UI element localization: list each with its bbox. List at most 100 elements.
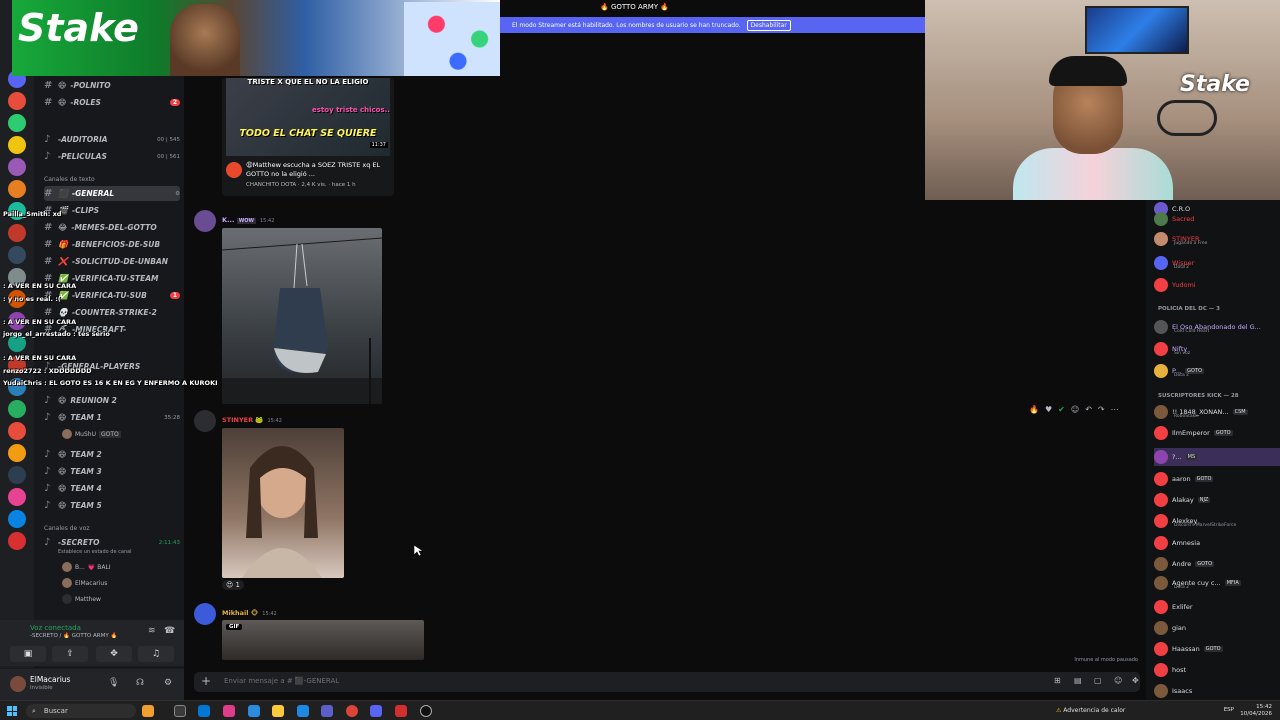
message-author[interactable]: STINYER 🐸 15:42 bbox=[222, 416, 282, 424]
server-icon[interactable] bbox=[8, 400, 26, 418]
avatar[interactable] bbox=[10, 676, 26, 692]
windows-start-icon[interactable] bbox=[7, 706, 17, 716]
reply-icon[interactable]: ↶ bbox=[1085, 405, 1092, 414]
server-icon[interactable] bbox=[8, 466, 26, 484]
gear-icon[interactable]: ⚙ bbox=[164, 678, 172, 688]
channel-verifica-sub[interactable]: # ✅ -VERIFICA-TU-SUB 1 bbox=[44, 288, 180, 303]
channel-team-5[interactable]: ♪ 😄 TEAM 5 bbox=[44, 498, 180, 513]
channel-team-4[interactable]: ♪ 😄 TEAM 4 bbox=[44, 481, 180, 496]
member-row[interactable]: Andre GOTO bbox=[1154, 555, 1280, 573]
youtube-embed[interactable]: TRISTE X QUE EL NO LA ELIGIO estoy trist… bbox=[222, 78, 394, 196]
mic-icon[interactable]: 🎙 bbox=[108, 678, 119, 688]
member-row[interactable]: !! 1848_XONAN... CSM RoboStakk bbox=[1154, 403, 1280, 421]
reaction-fire-icon[interactable]: 🔥 bbox=[1029, 405, 1039, 414]
activities-button[interactable]: ✥ bbox=[96, 646, 132, 662]
emoji-icon[interactable]: ☺ bbox=[1114, 676, 1122, 685]
message-placeholder[interactable]: Enviar mensaje a # ⬛-GENERAL bbox=[224, 677, 339, 685]
gift-icon[interactable]: ⊞ bbox=[1054, 676, 1061, 685]
avatar[interactable] bbox=[194, 603, 216, 625]
server-icon[interactable] bbox=[8, 114, 26, 132]
noise-suppression-icon[interactable]: ≋ bbox=[148, 626, 156, 636]
more-icon[interactable]: ⋯ bbox=[1111, 405, 1119, 414]
member-row[interactable]: Isaacs bbox=[1154, 682, 1280, 700]
server-icon[interactable] bbox=[8, 136, 26, 154]
voice-location[interactable]: -SECRETO / 🔥 GOTTO ARMY 🔥 bbox=[30, 633, 117, 639]
language-indicator[interactable]: ESP bbox=[1224, 707, 1234, 713]
server-icon[interactable] bbox=[8, 532, 26, 550]
username[interactable]: ElMacarius bbox=[30, 675, 70, 684]
channel-polnito[interactable]: # 😄 -POLNITO bbox=[44, 78, 180, 93]
member-row[interactable]: Amnesia bbox=[1154, 534, 1280, 552]
server-icon[interactable] bbox=[8, 488, 26, 506]
taskbar-app-icon[interactable] bbox=[370, 705, 382, 717]
member-row[interactable]: gian bbox=[1154, 619, 1280, 637]
disable-streamer-button[interactable]: Deshabilitar bbox=[746, 19, 791, 31]
settings-icon[interactable]: ⚙ bbox=[175, 191, 180, 197]
weather-widget[interactable]: ⚠ Advertencia de calor bbox=[1056, 707, 1125, 714]
member-row[interactable]: STINYER Jugando a Free bbox=[1154, 230, 1280, 248]
disconnect-icon[interactable]: ☎ bbox=[164, 626, 175, 636]
voice-user[interactable]: B... 💗 BALI bbox=[62, 562, 111, 572]
channel-team-1[interactable]: ♪ 😄 TEAM 1 35:28 bbox=[44, 410, 180, 425]
plus-icon[interactable]: + bbox=[201, 674, 211, 688]
taskbar-app-icon[interactable] bbox=[346, 705, 358, 717]
video-thumbnail[interactable] bbox=[226, 78, 390, 156]
member-row[interactable]: Wisper Dota 2 bbox=[1154, 254, 1280, 272]
channel-memes[interactable]: # 😂 -MEMES-DEL-GOTTO bbox=[44, 220, 180, 235]
message-author[interactable]: K... WOW 15:42 bbox=[222, 216, 274, 224]
category-voice-channels[interactable]: Canales de voz bbox=[44, 525, 90, 532]
member-row[interactable]: aaron GOTO bbox=[1154, 470, 1280, 488]
taskbar-app-icon[interactable] bbox=[272, 705, 284, 717]
member-row[interactable]: host bbox=[1154, 661, 1280, 679]
member-row[interactable]: Exlifer bbox=[1154, 598, 1280, 616]
server-icon[interactable] bbox=[8, 158, 26, 176]
member-row[interactable]: El Oso Abandonado del G... Cold Cold Hear… bbox=[1154, 318, 1280, 336]
taskbar-app-icon[interactable] bbox=[297, 705, 309, 717]
channel-auditoria[interactable]: ♪ -AUDITORIA 00 | 545 bbox=[44, 132, 180, 147]
screen-share-button[interactable]: ⇪ bbox=[52, 646, 88, 662]
server-icon[interactable] bbox=[8, 422, 26, 440]
forward-icon[interactable]: ↷ bbox=[1098, 405, 1105, 414]
system-tray-clock[interactable]: 15:42 10/04/2026 bbox=[1240, 704, 1272, 718]
channel-clips[interactable]: # 🎬 -CLIPS bbox=[44, 203, 180, 218]
member-row[interactable]: Alexkey Discord's MarvelStrikeForce bbox=[1154, 512, 1280, 530]
channel-team-3[interactable]: ♪ 😄 TEAM 3 bbox=[44, 464, 180, 479]
taskbar-app-icon[interactable] bbox=[174, 705, 186, 717]
member-row[interactable]: Agente cuy c... MFIA Dota 2 bbox=[1154, 574, 1280, 592]
taskbar-app-icon[interactable] bbox=[321, 705, 333, 717]
reaction-heart-icon[interactable]: ♥ bbox=[1045, 405, 1052, 414]
taskbar-app-icon[interactable] bbox=[248, 705, 260, 717]
voice-user[interactable]: MuShU GOTO bbox=[62, 429, 121, 439]
gif-icon[interactable]: ▤ bbox=[1074, 676, 1082, 685]
add-reaction-icon[interactable]: ☺ bbox=[1071, 405, 1079, 414]
channel-team-2[interactable]: ♪ 😄 TEAM 2 bbox=[44, 447, 180, 462]
camera-button[interactable]: ▣ bbox=[10, 646, 46, 662]
channel-unban[interactable]: # ❌ -SOLICITUD-DE-UNBAN bbox=[44, 254, 180, 269]
message-image[interactable] bbox=[222, 228, 382, 404]
taskbar-app-icon[interactable] bbox=[142, 705, 154, 717]
category-text-channels[interactable]: Canales de texto bbox=[44, 176, 95, 183]
apps-icon[interactable]: ✥ bbox=[1132, 676, 1139, 685]
reaction-pill[interactable]: 😍 1 bbox=[222, 580, 245, 590]
channel-roles[interactable]: # 😄 -ROLES 2 bbox=[44, 95, 180, 110]
server-icon[interactable] bbox=[8, 444, 26, 462]
server-icon[interactable] bbox=[8, 92, 26, 110]
taskbar-app-icon[interactable] bbox=[198, 705, 210, 717]
member-row[interactable]: Nifty Sin voz bbox=[1154, 340, 1280, 358]
soundboard-button[interactable]: ♫ bbox=[138, 646, 174, 662]
video-title[interactable]: 😩Matthew escucha a SOEZ TRISTE xq EL GOT… bbox=[246, 161, 386, 179]
channel-peliculas[interactable]: ♪ -PELICULAS 00 | 561 bbox=[44, 149, 180, 164]
taskbar-app-icon[interactable] bbox=[395, 705, 407, 717]
member-row[interactable]: Alakay NJZ bbox=[1154, 491, 1280, 509]
member-row[interactable]: Haassan GOTO bbox=[1154, 640, 1280, 658]
taskbar-app-icon[interactable] bbox=[223, 705, 235, 717]
sticker-icon[interactable]: ▢ bbox=[1094, 676, 1102, 685]
message-author[interactable]: Mikhail 🐵 15:42 bbox=[222, 609, 277, 617]
taskbar-search[interactable]: ⌕ Buscar bbox=[26, 704, 136, 718]
avatar[interactable] bbox=[194, 410, 216, 432]
message-gif[interactable]: GIF bbox=[222, 620, 424, 660]
voice-user[interactable]: Matthew bbox=[62, 594, 101, 604]
channel-reunion-2[interactable]: ♪ 😄 REUNION 2 bbox=[44, 393, 180, 408]
voice-user[interactable]: ElMacarius bbox=[62, 578, 107, 588]
message-input[interactable]: + Enviar mensaje a # ⬛-GENERAL ⊞ ▤ ▢ ☺ ✥ bbox=[194, 672, 1140, 692]
